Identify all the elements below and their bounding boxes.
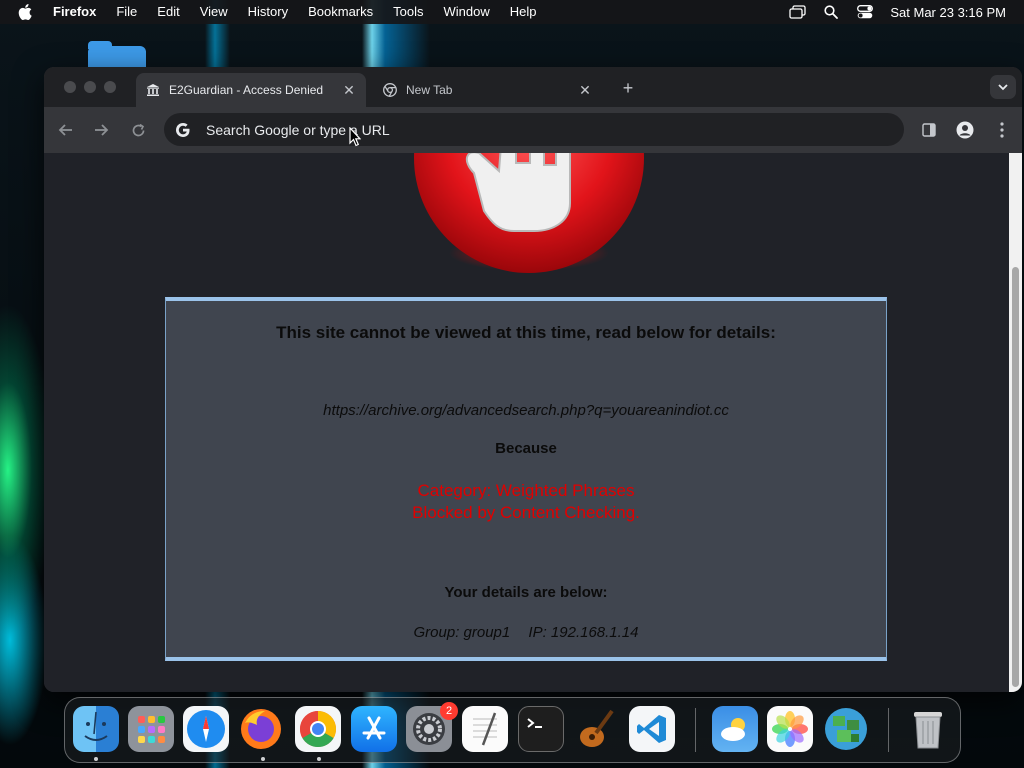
minecraft-icon[interactable]: [823, 706, 869, 752]
block-reason-category: Category: Weighted Phrases: [417, 481, 635, 500]
menu-file[interactable]: File: [106, 0, 147, 24]
scrollbar-thumb[interactable]: [1012, 267, 1019, 687]
blocked-url: https://archive.org/advancedsearch.php?q…: [323, 402, 729, 419]
chrome-window: E2Guardian - Access Denied ✕ New Tab ✕ +: [44, 67, 1022, 692]
vscode-icon[interactable]: [629, 706, 675, 752]
menu-view[interactable]: View: [190, 0, 238, 24]
terminal-icon[interactable]: [518, 706, 564, 752]
finder-icon[interactable]: [73, 706, 119, 752]
tab-title: New Tab: [406, 83, 453, 97]
menu-bookmarks[interactable]: Bookmarks: [298, 0, 383, 24]
close-tab-icon[interactable]: ✕: [340, 81, 358, 99]
safari-icon[interactable]: [183, 706, 229, 752]
omnibox-placeholder: Search Google or type a URL: [206, 121, 390, 138]
menu-help[interactable]: Help: [500, 0, 547, 24]
profile-avatar-icon[interactable]: [954, 119, 976, 141]
minimize-window-button[interactable]: [84, 81, 96, 93]
kebab-menu-icon[interactable]: [991, 119, 1013, 141]
browser-toolbar: Search Google or type a URL: [44, 107, 1022, 153]
mouse-cursor-icon: [349, 127, 361, 147]
omnibox-address-bar[interactable]: Search Google or type a URL: [164, 113, 904, 146]
weather-icon[interactable]: [712, 706, 758, 752]
garageband-icon[interactable]: [573, 706, 619, 752]
details-heading: Your details are below:: [444, 584, 608, 601]
chrome-icon: [382, 82, 398, 98]
tab-new-tab[interactable]: New Tab ✕: [374, 73, 602, 107]
menu-history[interactable]: History: [238, 0, 298, 24]
stop-hand-icon: [414, 153, 644, 273]
block-heading: This site cannot be viewed at this time,…: [276, 323, 776, 342]
menu-edit[interactable]: Edit: [147, 0, 189, 24]
menubar-clock[interactable]: Sat Mar 23 3:16 PM: [890, 5, 1006, 20]
apple-menu-icon[interactable]: [0, 0, 50, 24]
side-panel-icon[interactable]: [918, 119, 940, 141]
app-store-icon[interactable]: [351, 706, 397, 752]
chrome-icon[interactable]: [295, 706, 341, 752]
textedit-icon[interactable]: [462, 706, 508, 752]
ip-value: IP: 192.168.1.14: [528, 624, 639, 641]
access-denied-panel: This site cannot be viewed at this time,…: [165, 297, 887, 661]
dock: [64, 697, 961, 763]
menu-bar: Firefox File Edit View History Bookmarks…: [0, 0, 1024, 24]
block-reason-detail: Blocked by Content Checking.: [412, 503, 640, 522]
back-arrow-icon[interactable]: [55, 119, 77, 141]
notification-badge: 2: [440, 702, 458, 720]
vertical-scrollbar[interactable]: [1009, 153, 1022, 692]
photos-icon[interactable]: [767, 706, 813, 752]
tab-title: E2Guardian - Access Denied: [169, 83, 324, 97]
google-g-icon: [175, 122, 191, 138]
close-window-button[interactable]: [64, 81, 76, 93]
spotlight-search-icon[interactable]: [822, 4, 840, 20]
group-value: Group: group1: [413, 624, 511, 641]
because-label: Because: [495, 440, 557, 457]
screen-mirroring-icon[interactable]: [788, 4, 806, 20]
tab-strip: E2Guardian - Access Denied ✕ New Tab ✕ +: [44, 67, 1022, 107]
launchpad-icon[interactable]: [128, 706, 174, 752]
menu-tools[interactable]: Tools: [383, 0, 433, 24]
reload-icon[interactable]: [127, 119, 149, 141]
bank-icon: [145, 82, 161, 98]
zoom-window-button[interactable]: [104, 81, 116, 93]
menu-window[interactable]: Window: [434, 0, 500, 24]
close-tab-icon[interactable]: ✕: [576, 81, 594, 99]
firefox-icon[interactable]: [238, 706, 284, 752]
app-menu[interactable]: Firefox: [50, 0, 106, 24]
tab-search-chevron-icon[interactable]: [990, 75, 1016, 99]
tab-e2guardian[interactable]: E2Guardian - Access Denied ✕: [136, 73, 366, 107]
user-details: Group: group1 IP: 192.168.1.14: [166, 624, 886, 641]
trash-icon[interactable]: [905, 706, 951, 752]
new-tab-plus-icon[interactable]: +: [616, 77, 640, 99]
control-center-icon[interactable]: [856, 4, 874, 20]
page-content: This site cannot be viewed at this time,…: [44, 153, 1009, 692]
forward-arrow-icon[interactable]: [90, 119, 112, 141]
